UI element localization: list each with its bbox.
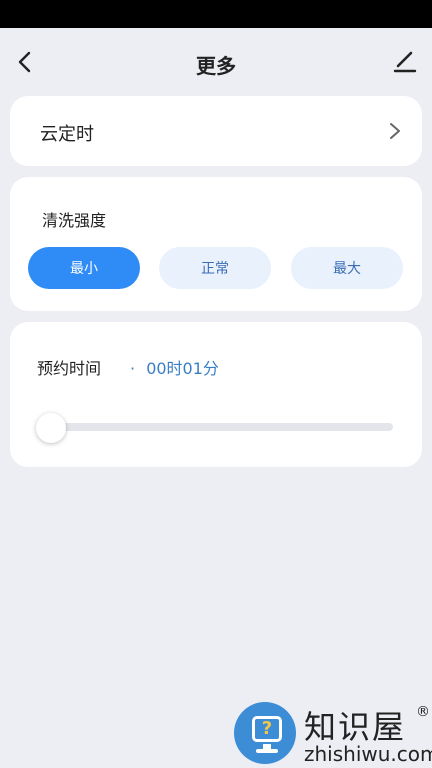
wash-intensity-card: 清洗强度 最小 正常 最大 bbox=[10, 177, 422, 311]
help-monitor-icon: ? bbox=[234, 702, 296, 764]
intensity-min-button[interactable]: 最小 bbox=[28, 247, 140, 289]
schedule-slider-track[interactable] bbox=[40, 423, 393, 431]
schedule-card: 预约时间 · 00时01分 bbox=[10, 322, 422, 467]
monitor-icon: ? bbox=[252, 716, 282, 742]
chevron-right-icon bbox=[390, 123, 400, 139]
monitor-base bbox=[256, 749, 278, 753]
schedule-slider-thumb[interactable] bbox=[36, 413, 66, 443]
schedule-value: · 00时01分 bbox=[130, 355, 219, 379]
header: 更多 bbox=[0, 28, 432, 96]
wash-intensity-label: 清洗强度 bbox=[42, 211, 107, 230]
schedule-time: 00时01分 bbox=[146, 359, 219, 378]
question-mark: ? bbox=[261, 718, 273, 739]
status-bar bbox=[0, 0, 432, 28]
page-title: 更多 bbox=[196, 54, 236, 78]
edit-icon[interactable] bbox=[392, 48, 418, 74]
intensity-normal-button[interactable]: 正常 bbox=[159, 247, 271, 289]
cloud-timer-row[interactable]: 云定时 bbox=[10, 96, 422, 166]
intensity-max-button[interactable]: 最大 bbox=[291, 247, 403, 289]
registered-mark: ® bbox=[416, 704, 430, 720]
watermark-logo: ? 知识屋 ® zhishiwu.com bbox=[232, 700, 432, 768]
schedule-label: 预约时间 bbox=[37, 359, 102, 378]
schedule-separator: · bbox=[130, 359, 136, 378]
watermark-domain: zhishiwu.com bbox=[304, 742, 432, 766]
cloud-timer-label: 云定时 bbox=[40, 124, 94, 145]
